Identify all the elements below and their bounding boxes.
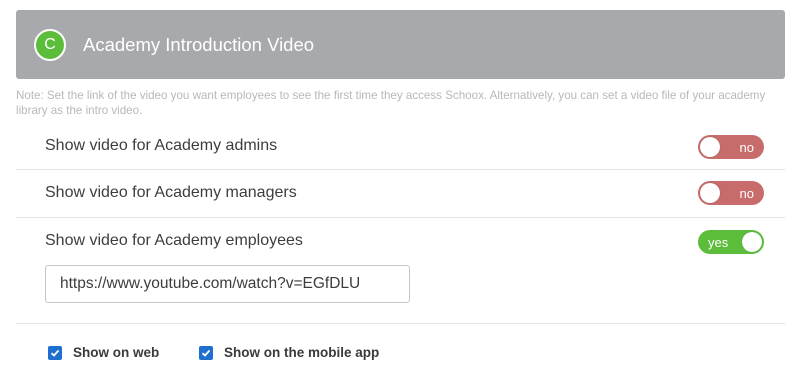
checkbox-checked-icon [199, 345, 213, 360]
toggle-state-label: yes [708, 234, 729, 250]
show-on-web-label: Show on web [73, 345, 160, 360]
show-on-mobile-checkbox[interactable]: Show on the mobile app [199, 345, 379, 360]
toggle-knob [742, 232, 762, 252]
employees-video-toggle[interactable]: yes [698, 230, 764, 254]
show-on-mobile-label: Show on the mobile app [224, 345, 380, 360]
setting-row-admins: Show video for Academy admins no [16, 124, 785, 170]
setting-label-employees: Show video for Academy employees [45, 232, 303, 249]
setting-label-managers: Show video for Academy managers [45, 184, 297, 201]
intro-video-note: Note: Set the link of the video you want… [16, 89, 766, 117]
admins-video-toggle[interactable]: no [698, 135, 764, 159]
section-header: C Academy Introduction Video [16, 10, 785, 79]
section-title: Academy Introduction Video [83, 33, 315, 55]
section-badge: C [34, 28, 66, 61]
toggle-knob [700, 183, 720, 203]
toggle-state-label: no [739, 185, 754, 201]
setting-label-admins: Show video for Academy admins [45, 137, 278, 154]
setting-row-managers: Show video for Academy managers no [16, 170, 785, 218]
managers-video-toggle[interactable]: no [698, 181, 764, 205]
toggle-knob [700, 137, 720, 157]
toggle-state-label: no [739, 139, 754, 155]
video-url-input[interactable] [45, 265, 410, 303]
checkbox-checked-icon [48, 345, 62, 360]
show-on-web-checkbox[interactable]: Show on web [48, 345, 159, 360]
divider [16, 323, 785, 324]
